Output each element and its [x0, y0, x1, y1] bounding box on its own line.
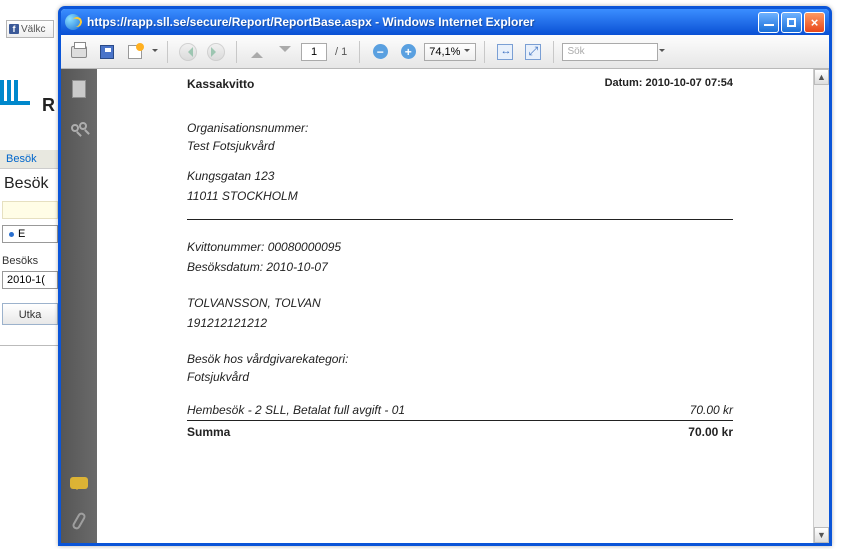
window-title: https://rapp.sll.se/secure/Report/Report…: [87, 15, 758, 29]
facebook-icon: f: [9, 24, 19, 34]
zoom-out-button[interactable]: −: [368, 40, 392, 64]
print-button[interactable]: [67, 40, 91, 64]
receipt-title: Kassakvitto: [187, 77, 254, 91]
ie-icon: [65, 14, 81, 30]
bullet-icon: [9, 232, 14, 237]
zoom-select[interactable]: 74,1%: [424, 43, 476, 61]
fit-width-button[interactable]: [493, 40, 517, 64]
scroll-down-button[interactable]: ▼: [814, 527, 829, 543]
pdf-toolbar: / 1 − + 74,1% Sök: [61, 35, 829, 69]
paperclip-icon: [71, 511, 87, 531]
comments-button[interactable]: [69, 473, 89, 493]
category-value: Fotsjukvård: [187, 370, 733, 384]
zoom-out-icon: −: [373, 44, 388, 59]
date-value: 2010-10-07 07:54: [646, 77, 733, 89]
patient-id: 191212121212: [187, 316, 733, 330]
patient-name: TOLVANSSON, TOLVAN: [187, 296, 733, 310]
page-down-button[interactable]: [273, 40, 297, 64]
chevron-down-icon: [279, 46, 291, 58]
browser-tab[interactable]: f Välkc: [6, 20, 54, 38]
zoom-value: 74,1%: [429, 46, 460, 58]
nav-back-button[interactable]: [176, 40, 200, 64]
minimize-button[interactable]: [758, 12, 779, 33]
tab-label: Välkc: [21, 24, 45, 35]
site-title-initial: R: [42, 95, 55, 116]
line-item-desc: Hembesök - 2 SLL, Betalat full avgift - …: [187, 403, 405, 417]
divider: [187, 219, 733, 220]
export-button[interactable]: [123, 40, 147, 64]
pdf-sidebar: [61, 69, 97, 543]
search-placeholder: Sök: [567, 46, 584, 57]
zoom-in-icon: +: [401, 44, 416, 59]
category-label: Besök hos vårdgivarekategori:: [187, 352, 733, 366]
visit-date: Besöksdatum: 2010-10-07: [187, 260, 733, 274]
arrow-forward-icon: [207, 43, 225, 61]
line-item-amount: 70.00 kr: [690, 403, 733, 417]
attachments-button[interactable]: [69, 511, 89, 531]
receipt-number: Kvittonummer: 00080000095: [187, 240, 733, 254]
draft-button[interactable]: Utka: [2, 303, 58, 325]
page-icon: [72, 80, 86, 98]
vertical-scrollbar[interactable]: ▲ ▼: [813, 69, 829, 543]
save-button[interactable]: [95, 40, 119, 64]
page-heading: Besök: [0, 169, 60, 199]
scroll-up-button[interactable]: ▲: [814, 69, 829, 85]
fit-width-icon: [497, 44, 513, 60]
page-up-button[interactable]: [245, 40, 269, 64]
arrow-back-icon: [179, 43, 197, 61]
zoom-in-button[interactable]: +: [396, 40, 420, 64]
nav-forward-button[interactable]: [204, 40, 228, 64]
filter-field[interactable]: [2, 201, 58, 219]
page-total: / 1: [331, 46, 351, 58]
chevron-down-icon: [463, 49, 471, 55]
find-button[interactable]: [69, 117, 89, 137]
sum-label: Summa: [187, 425, 230, 439]
fit-page-button[interactable]: [521, 40, 545, 64]
titlebar[interactable]: https://rapp.sll.se/secure/Report/Report…: [61, 9, 829, 35]
close-button[interactable]: ×: [804, 12, 825, 33]
line-item-row: Hembesök - 2 SLL, Betalat full avgift - …: [187, 400, 733, 420]
list-row[interactable]: E: [2, 225, 58, 243]
date-label: Besöks: [0, 245, 60, 269]
list-row-label: E: [18, 228, 25, 240]
sum-row: Summa 70.00 kr: [187, 421, 733, 443]
sum-amount: 70.00 kr: [688, 425, 733, 439]
page-number-input[interactable]: [301, 43, 327, 61]
report-document: Kassakvitto Datum: 2010-10-07 07:54 Orga…: [97, 69, 813, 543]
company-name: Test Fotsjukvård: [187, 139, 733, 153]
address-line1: Kungsgatan 123: [187, 169, 733, 183]
date-input[interactable]: 2010-1(: [2, 271, 58, 289]
org-number-label: Organisationsnummer:: [187, 121, 733, 135]
ie-window: https://rapp.sll.se/secure/Report/Report…: [58, 6, 832, 546]
search-dropdown[interactable]: [658, 49, 666, 55]
chevron-up-icon: [251, 46, 263, 58]
date-label: Datum:: [605, 77, 643, 89]
export-icon: [128, 45, 142, 59]
address-line2: 11011 STOCKHOLM: [187, 189, 733, 203]
print-icon: [71, 46, 87, 58]
nav-tab-besok[interactable]: Besök: [0, 150, 60, 169]
thumbnails-button[interactable]: [69, 79, 89, 99]
maximize-button[interactable]: [781, 12, 802, 33]
export-dropdown[interactable]: [151, 49, 159, 55]
site-logo: [0, 80, 45, 120]
search-input[interactable]: Sök: [562, 43, 658, 61]
binoculars-icon: [71, 124, 79, 132]
save-icon: [100, 45, 114, 59]
fit-page-icon: [525, 44, 541, 60]
comment-icon: [70, 477, 88, 489]
